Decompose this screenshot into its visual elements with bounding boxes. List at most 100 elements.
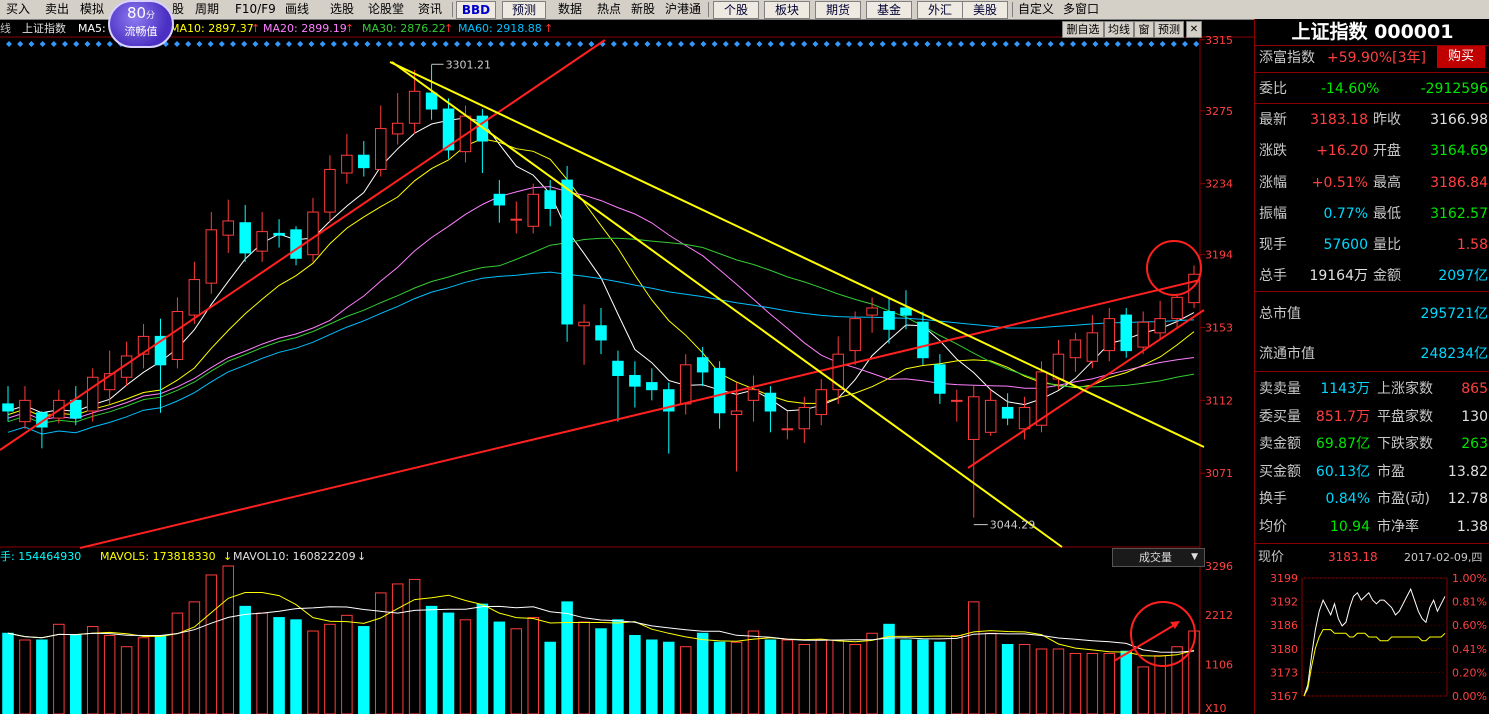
candle <box>578 304 590 365</box>
y-tick-label: 3071 <box>1205 467 1233 480</box>
volume-bar <box>70 635 82 714</box>
volume-bar <box>866 632 878 714</box>
ref-marker <box>308 41 315 47</box>
volume-indicator-label: 成交量 <box>1139 551 1172 564</box>
candle-body <box>239 222 251 254</box>
volume-tick-label: 2212 <box>1205 609 1233 622</box>
volume-bar <box>951 635 963 714</box>
candle <box>730 382 743 472</box>
candle <box>239 204 251 262</box>
ref-marker <box>633 41 640 47</box>
volume-bar <box>849 643 861 714</box>
ref-marker <box>991 41 998 47</box>
ref-marker <box>554 41 561 47</box>
volume-bar <box>1052 648 1065 714</box>
mini-right-tick: 0.60% <box>1452 619 1487 632</box>
ref-marker <box>689 41 696 47</box>
intraday-mini-chart[interactable]: 现价 3183.18 2017-02-09,四 3199 1.00% 3192 0.8… <box>1254 544 1489 714</box>
row-label: 换手 <box>1259 491 1287 507</box>
candle-body <box>188 279 201 316</box>
row-label: 卖金额 <box>1259 436 1301 452</box>
candle-body <box>391 122 404 135</box>
volume-bar <box>595 628 607 714</box>
row-value2: 865 <box>1461 381 1488 397</box>
candle-body <box>883 311 895 330</box>
volume-bar <box>510 628 523 714</box>
candle-body <box>527 193 539 227</box>
quote-row: 卖金额 69.87亿 下跌家数 263 <box>1255 432 1489 456</box>
candle-body <box>408 90 421 124</box>
trendline-red <box>967 309 1205 469</box>
ref-marker <box>812 41 819 47</box>
ma20-label: MA20: 2899.19 <box>263 22 347 35</box>
ref-marker <box>230 41 236 47</box>
ref-marker <box>106 41 113 47</box>
row-value2: 3166.98 <box>1430 112 1488 128</box>
candle-body <box>1171 296 1183 320</box>
ref-marker <box>1159 41 1166 47</box>
candle-body <box>917 321 929 359</box>
ref-marker <box>1002 41 1009 47</box>
ref-marker <box>342 41 348 47</box>
candle <box>205 212 218 294</box>
candle <box>1120 307 1132 358</box>
close-icon[interactable]: ✕ <box>1186 21 1202 38</box>
volume-value: 手: 154464930 <box>0 550 82 563</box>
candle <box>612 350 624 422</box>
window-button[interactable]: 窗 <box>1134 21 1154 38</box>
divider <box>1255 103 1489 104</box>
ref-marker <box>353 41 360 47</box>
ma30-label: MA30: 2876.22 <box>362 22 446 35</box>
ref-marker <box>263 41 270 47</box>
ma-button[interactable]: 均线 <box>1104 21 1134 38</box>
candle-body <box>713 367 726 414</box>
predict-small-button[interactable]: 预测 <box>1154 21 1184 38</box>
candle <box>815 379 828 426</box>
performance-badge[interactable]: 80分 流畅值 <box>108 0 174 48</box>
volume-bar <box>493 621 506 714</box>
volume-bar <box>900 639 912 714</box>
candle <box>137 323 150 369</box>
candle-body <box>764 392 777 412</box>
candle-body <box>1052 353 1065 380</box>
row-value2: -2912596 <box>1420 81 1488 97</box>
volume-bar <box>103 635 116 714</box>
candle <box>747 375 760 422</box>
kline-chart[interactable]: 33153275323431943153311230713301.213044.… <box>0 0 1254 714</box>
quote-row: 卖卖量 1143万 上涨家数 865 <box>1255 377 1489 401</box>
ref-marker <box>980 41 987 47</box>
row-value: +16.20 <box>1316 143 1368 159</box>
buy-button[interactable]: 购买 <box>1437 46 1485 68</box>
row-label2: 下跌家数 <box>1377 436 1433 452</box>
candle <box>900 290 912 330</box>
ma20-arrow: ↑ <box>345 22 355 35</box>
ref-marker <box>28 41 35 47</box>
volume-bar <box>154 635 167 714</box>
mini-right-tick: 0.81% <box>1452 596 1487 609</box>
low-annotation: 3044.29 <box>990 519 1036 532</box>
mavol10-label: MAVOL10: 160822209 <box>233 550 356 563</box>
ma20-line <box>7 186 1195 421</box>
ref-marker <box>756 41 763 47</box>
volume-bar <box>171 612 184 714</box>
ma30-arrow: ↑ <box>444 22 454 35</box>
mavol5-label: MAVOL5: 173818330 <box>100 550 216 563</box>
candle-body <box>510 218 523 221</box>
volume-bar <box>222 565 235 714</box>
ref-marker <box>174 41 180 47</box>
chevron-down-icon: ▼ <box>1191 552 1198 562</box>
ref-marker <box>566 41 572 47</box>
volume-indicator-dropdown[interactable]: 成交量 ▼ <box>1112 548 1205 567</box>
volume-bar <box>86 626 99 714</box>
row-value: 10.94 <box>1329 519 1370 535</box>
volume-bar <box>459 619 472 714</box>
ref-marker <box>1070 41 1076 47</box>
trendline-red <box>0 39 606 451</box>
volume-bar <box>798 643 811 714</box>
candle <box>1103 307 1116 362</box>
volume-bar <box>273 617 285 714</box>
remove-favorite-button[interactable]: 删自选 <box>1062 21 1104 38</box>
candle <box>934 354 946 404</box>
ref-marker <box>398 41 404 47</box>
candle-body <box>900 307 912 316</box>
